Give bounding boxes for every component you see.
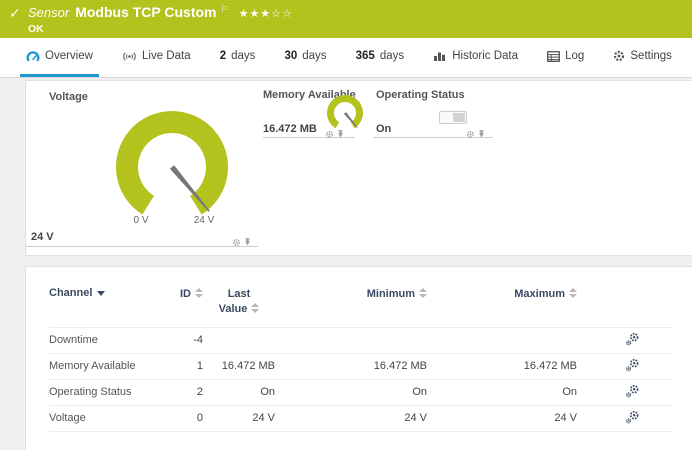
channel-last-value: 16.472 MB (203, 353, 275, 379)
channel-last-value: 24 V (203, 405, 275, 431)
channel-minimum: 16.472 MB (275, 353, 427, 379)
channel-settings-icon[interactable] (625, 363, 640, 375)
table-row[interactable]: Voltage 0 24 V 24 V 24 V (49, 405, 672, 431)
tab-number: 2 (220, 50, 226, 62)
table-row[interactable]: Memory Available 1 16.472 MB 16.472 MB 1… (49, 353, 672, 379)
tab-log[interactable]: Log (541, 38, 590, 77)
sort-icon (419, 288, 427, 298)
channel-settings-icon[interactable] (625, 389, 640, 401)
tab-overview[interactable]: Overview (20, 38, 99, 77)
sensor-title: Modbus TCP Custom (75, 4, 216, 20)
voltage-gauge-block: Voltage 0 V 24 V 24 V (26, 81, 259, 257)
tab-label: days (302, 50, 326, 62)
overview-content: Voltage 0 V 24 V 24 V Memory Available 1… (0, 78, 692, 450)
tab-settings[interactable]: Settings (607, 38, 678, 77)
divider (26, 246, 258, 247)
channel-maximum (427, 327, 577, 353)
sensor-status-text: OK (28, 23, 293, 35)
sort-icon (569, 288, 577, 298)
memory-value: 16.472 MB (263, 123, 317, 135)
flag-icon[interactable]: ⚐ (221, 4, 229, 15)
log-list-icon (547, 51, 560, 62)
channel-minimum: 24 V (275, 405, 427, 431)
pin-icon[interactable] (478, 126, 485, 144)
tab-label: Overview (45, 50, 93, 62)
channel-id: -4 (161, 327, 203, 353)
channel-table-panel: Channel ID LastValue Minimum Maximum Dow… (25, 266, 692, 450)
table-row[interactable]: Downtime -4 (49, 327, 672, 353)
sensor-status-bar: ✓ Sensor Modbus TCP Custom ⚐ ★★★☆☆ OK (0, 0, 692, 38)
priority-stars[interactable]: ★★★☆☆ (239, 7, 293, 20)
channel-last-value (203, 327, 275, 353)
switch-icon (439, 111, 467, 124)
tab-live-data[interactable]: Live Data (116, 38, 197, 77)
column-header-maximum[interactable]: Maximum (427, 279, 577, 327)
channel-name[interactable]: Memory Available (49, 353, 161, 379)
memory-gauge-block: Memory Available 16.472 MB (263, 85, 363, 145)
gauge-icon (26, 50, 40, 62)
channel-id: 1 (161, 353, 203, 379)
channel-name[interactable]: Operating Status (49, 379, 161, 405)
channel-maximum: 24 V (427, 405, 577, 431)
channel-settings-icon[interactable] (625, 415, 640, 427)
channel-name[interactable]: Downtime (49, 327, 161, 353)
tab-historic-data[interactable]: Historic Data (427, 38, 524, 77)
gear-icon[interactable] (466, 126, 475, 144)
voltage-gauge (110, 107, 234, 229)
gear-icon[interactable] (232, 234, 241, 252)
gauge-scale-min: 0 V (123, 215, 159, 226)
pin-icon[interactable] (337, 126, 344, 144)
gauges-panel: Voltage 0 V 24 V 24 V Memory Available 1… (25, 80, 692, 256)
tab-30-days[interactable]: 30 days (278, 38, 332, 77)
tab-label: Log (565, 50, 584, 62)
gauge-title: Voltage (49, 91, 88, 103)
tab-number: 365 (356, 50, 375, 62)
tab-label: Live Data (142, 50, 191, 62)
object-kind-label: Sensor (28, 5, 69, 20)
channel-settings-icon[interactable] (625, 337, 640, 349)
channel-maximum: 16.472 MB (427, 353, 577, 379)
sort-icon (251, 303, 259, 313)
gauge-scale-max: 24 V (186, 215, 222, 226)
operating-status-value: On (376, 123, 391, 135)
live-signal-icon (122, 51, 137, 62)
voltage-value: 24 V (31, 231, 54, 243)
channel-minimum: On (275, 379, 427, 405)
pin-icon[interactable] (244, 234, 251, 252)
tab-365-days[interactable]: 365 days (350, 38, 410, 77)
channel-maximum: On (427, 379, 577, 405)
channel-minimum (275, 327, 427, 353)
tab-label: Historic Data (452, 50, 518, 62)
tab-label: days (231, 50, 255, 62)
sort-desc-icon (97, 291, 105, 296)
gauge-title: Operating Status (376, 89, 465, 101)
table-row[interactable]: Operating Status 2 On On On (49, 379, 672, 405)
bar-chart-icon (433, 50, 447, 62)
column-header-channel[interactable]: Channel (49, 279, 161, 327)
stars-empty: ☆☆ (271, 8, 293, 20)
column-header-id[interactable]: ID (161, 279, 203, 327)
status-check-icon: ✓ (9, 5, 21, 22)
channel-id: 0 (161, 405, 203, 431)
column-header-minimum[interactable]: Minimum (275, 279, 427, 327)
tab-number: 30 (284, 50, 297, 62)
sort-icon (195, 288, 203, 298)
stars-filled: ★★★ (239, 8, 272, 20)
channel-name[interactable]: Voltage (49, 405, 161, 431)
gear-icon[interactable] (325, 126, 334, 144)
tab-2-days[interactable]: 2 days (214, 38, 262, 77)
column-header-actions (577, 279, 672, 327)
operating-status-block: Operating Status On (373, 85, 495, 145)
column-header-last-value[interactable]: LastValue (203, 279, 275, 327)
channel-id: 2 (161, 379, 203, 405)
tab-label: Settings (630, 50, 672, 62)
tab-label: days (380, 50, 404, 62)
gear-icon (613, 50, 625, 62)
channel-last-value: On (203, 379, 275, 405)
channel-table: Channel ID LastValue Minimum Maximum Dow… (49, 279, 672, 432)
tab-bar: Overview Live Data 2 days 30 days 365 da… (0, 38, 692, 78)
